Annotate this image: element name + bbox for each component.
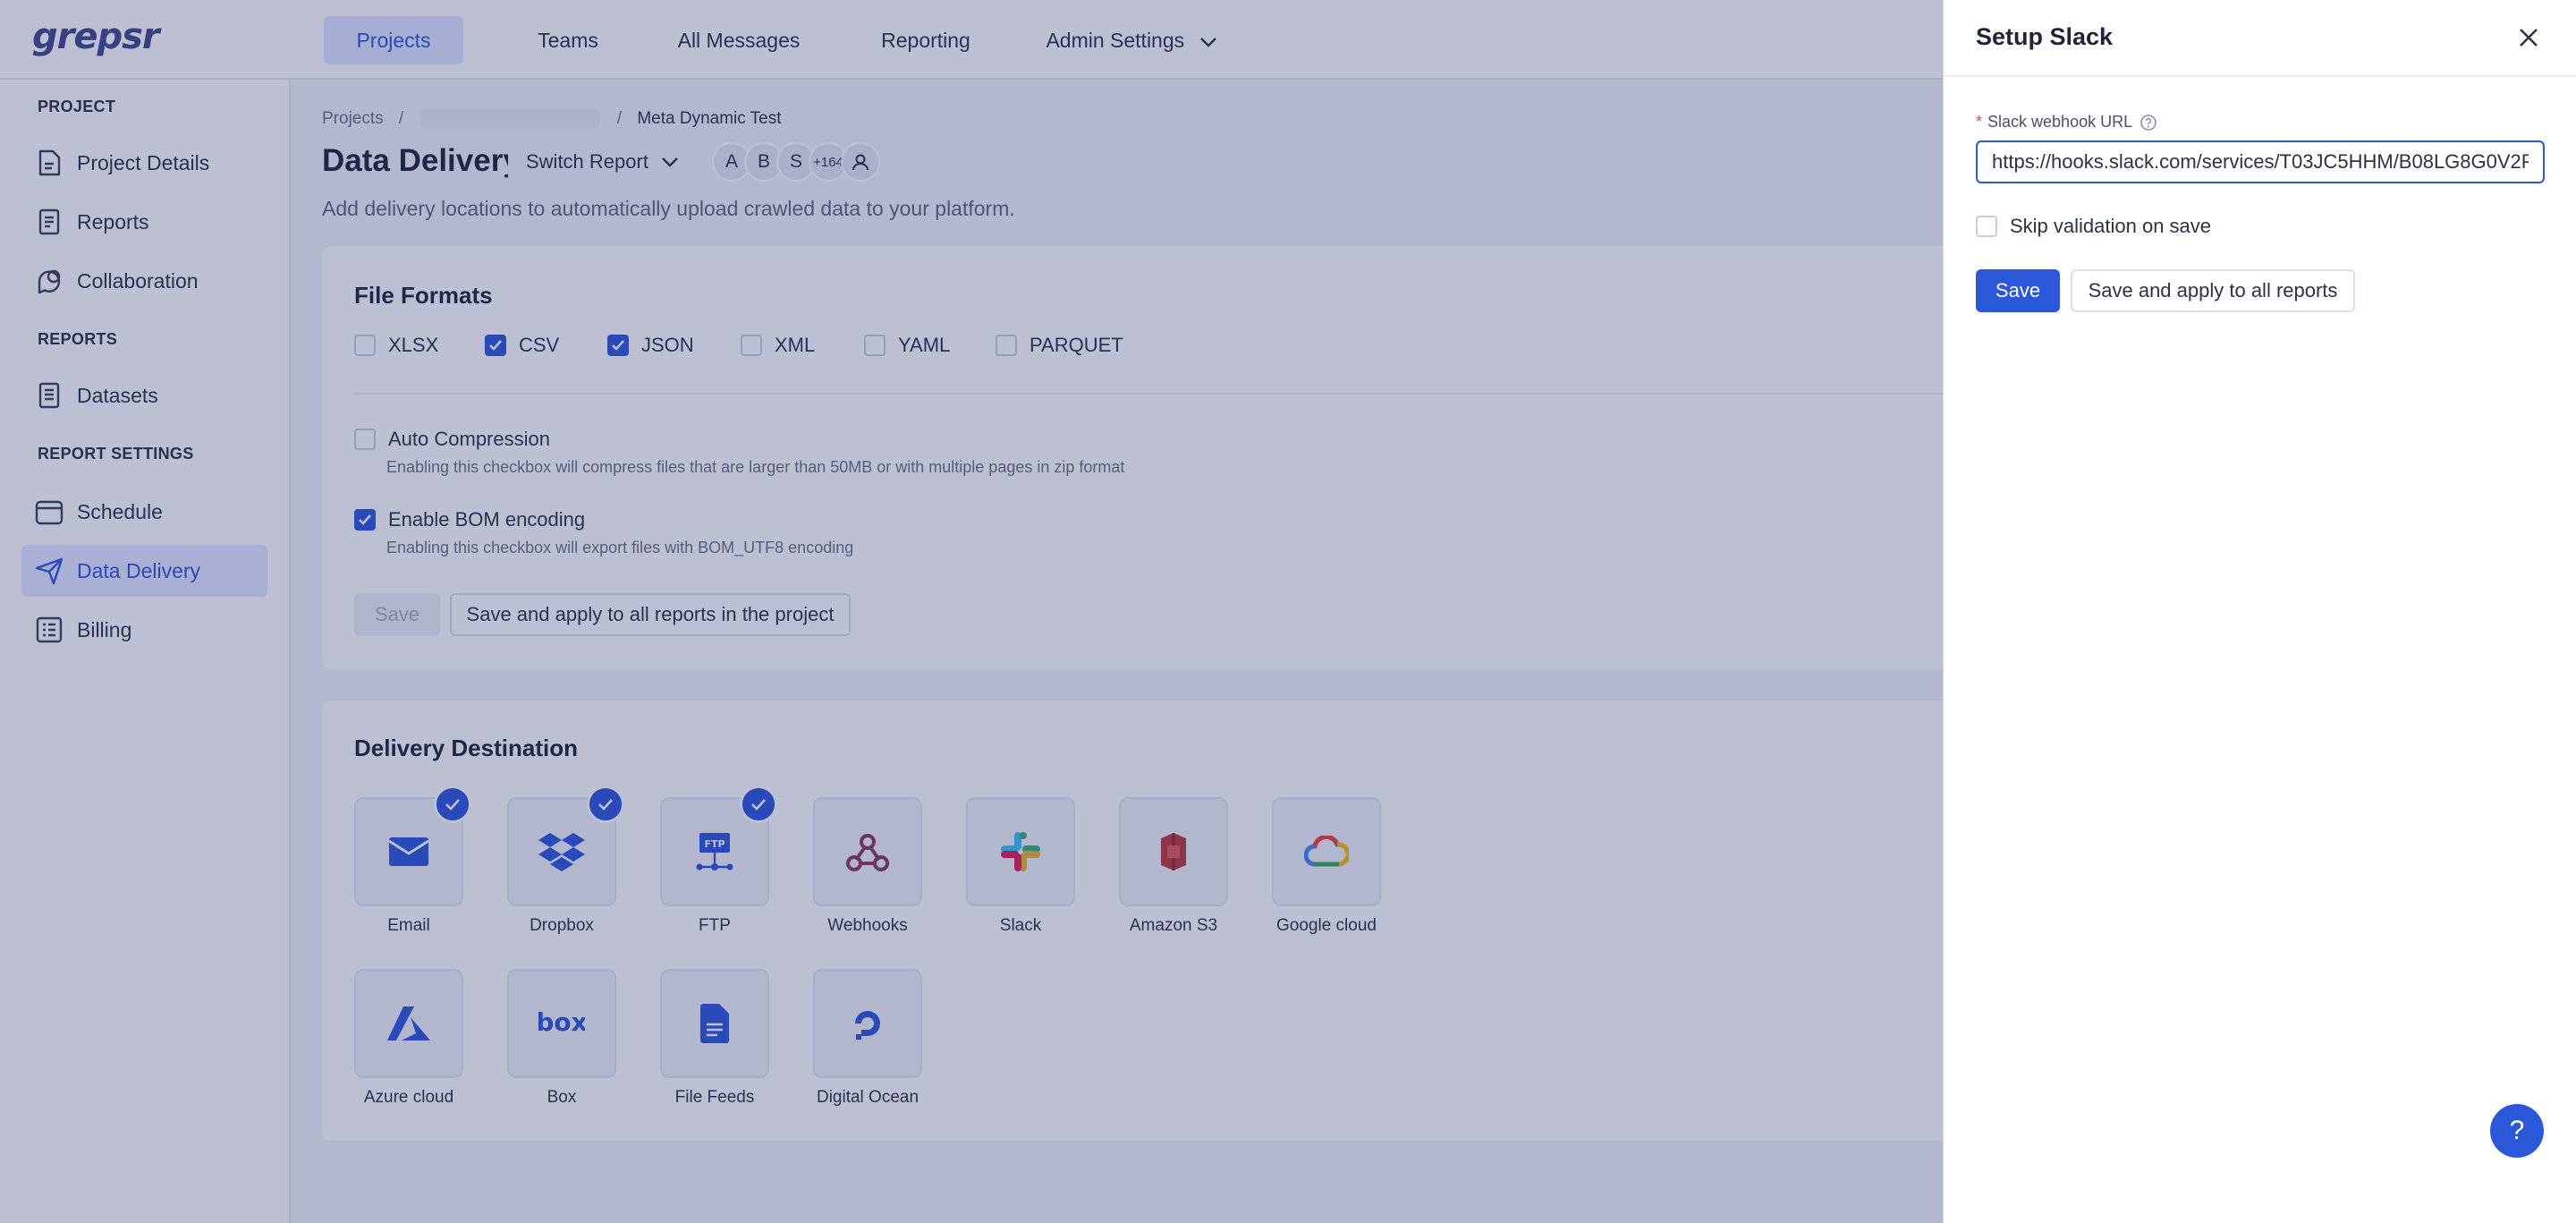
app-root: grepsr Projects Teams All Messages Repor… bbox=[0, 0, 2576, 1223]
slack-webhook-url-input[interactable] bbox=[1976, 140, 2545, 183]
skip-validation-label: Skip validation on save bbox=[2010, 215, 2212, 237]
save-apply-all-reports-button[interactable]: Save and apply to all reports bbox=[2071, 269, 2355, 312]
help-button[interactable]: ? bbox=[2490, 1104, 2544, 1158]
setup-slack-drawer: Setup Slack * Slack webhook URL Skip val… bbox=[1943, 0, 2576, 1223]
close-icon[interactable] bbox=[2516, 25, 2541, 50]
slack-webhook-label: * Slack webhook URL bbox=[1976, 113, 2157, 132]
skip-validation-option[interactable]: Skip validation on save bbox=[1976, 215, 2211, 238]
drawer-title: Setup Slack bbox=[1976, 23, 2114, 50]
slack-webhook-label-text: Slack webhook URL bbox=[1987, 113, 2133, 131]
save-button[interactable]: Save bbox=[1976, 269, 2060, 312]
help-circle-icon[interactable] bbox=[2140, 114, 2157, 132]
checkbox[interactable] bbox=[1976, 216, 1997, 237]
required-mark: * bbox=[1976, 113, 1983, 131]
modal-backdrop[interactable] bbox=[0, 0, 1943, 1223]
drawer-header: Setup Slack bbox=[1944, 0, 2576, 77]
